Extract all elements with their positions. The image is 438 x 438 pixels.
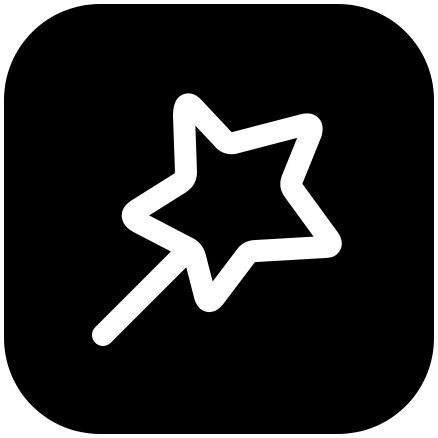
icon-canvas <box>0 0 438 438</box>
magic-wand-icon <box>4 4 434 434</box>
icon-background <box>4 4 434 434</box>
magic-wand-app-icon[interactable] <box>4 4 434 434</box>
